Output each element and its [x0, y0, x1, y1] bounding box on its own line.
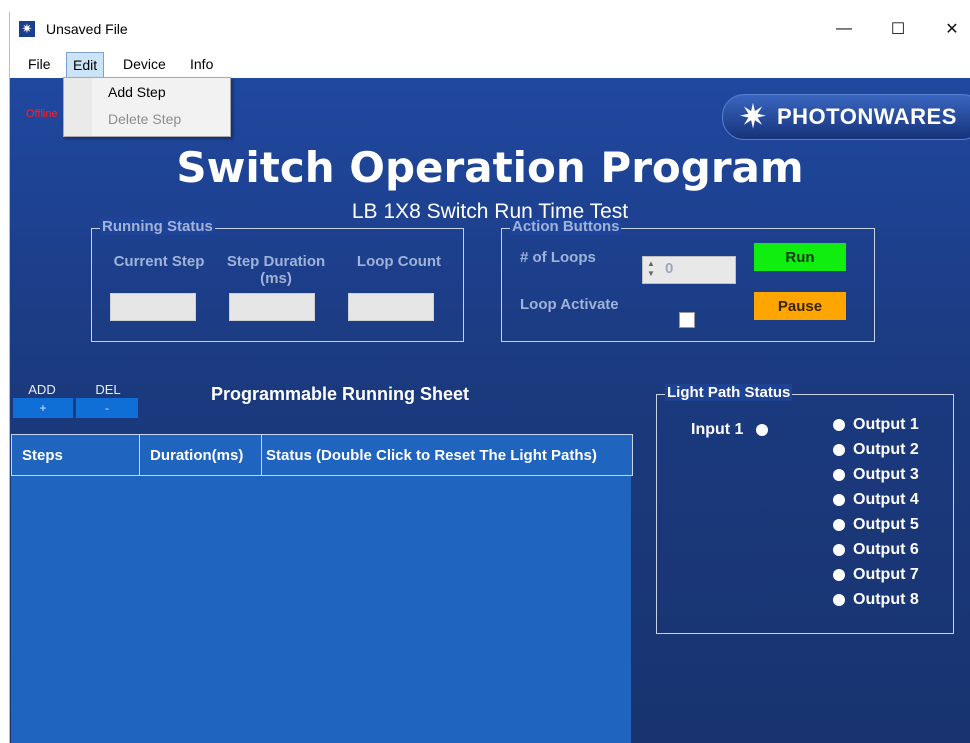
close-button[interactable]: ✕ [929, 12, 970, 46]
loops-stepper[interactable]: ▲ ▼ 0 [642, 256, 736, 284]
menu-icon-gutter [64, 78, 92, 136]
output-3-indicator: Output 3 [833, 465, 919, 485]
light-path-status-group: Light Path Status Input 1 Output 1 Outpu… [656, 384, 954, 634]
output-5-label: Output 5 [853, 516, 919, 533]
output-2-label: Output 2 [853, 441, 919, 458]
step-duration-field [229, 293, 315, 321]
delete-step-button[interactable]: - [76, 398, 138, 418]
output-4-indicator: Output 4 [833, 490, 919, 510]
add-step-button[interactable]: + [13, 398, 73, 418]
step-duration-label: Step Duration (ms) [226, 253, 326, 287]
minimize-button[interactable]: — [821, 12, 867, 46]
loops-label: # of Loops [520, 249, 596, 266]
current-step-label: Current Step [113, 253, 205, 270]
loop-count-label: Loop Count [356, 253, 442, 270]
running-status-group: Running Status Current Step Step Duratio… [91, 218, 464, 342]
light-path-legend: Light Path Status [665, 384, 793, 401]
input-1-indicator: Input 1 [691, 421, 768, 439]
loop-count-field [348, 293, 434, 321]
running-sheet-title: Programmable Running Sheet [210, 384, 470, 404]
column-header-steps[interactable]: Steps [12, 435, 140, 475]
loop-activate-label: Loop Activate [520, 296, 619, 313]
output-4-label: Output 4 [853, 491, 919, 508]
page-title: Switch Operation Program [176, 143, 804, 192]
output-1-dot-icon [833, 418, 845, 431]
output-2-dot-icon [833, 443, 845, 456]
output-3-dot-icon [833, 468, 845, 481]
star-burst-icon: ✷ [738, 98, 768, 136]
output-4-dot-icon [833, 493, 845, 506]
title-bar: ✷ Unsaved File — ☐ ✕ [10, 12, 970, 46]
logo-text: PHOTONWARES [777, 104, 957, 129]
output-3-label: Output 3 [853, 466, 919, 483]
column-header-duration[interactable]: Duration(ms) [140, 435, 262, 475]
spinner-arrows-icon[interactable]: ▲ ▼ [647, 259, 659, 279]
menu-info[interactable]: Info [184, 52, 219, 76]
offline-status: Offline [26, 108, 58, 120]
action-buttons-legend: Action Buttons [510, 218, 622, 235]
output-1-label: Output 1 [853, 416, 919, 433]
output-5-indicator: Output 5 [833, 515, 919, 535]
output-5-dot-icon [833, 518, 845, 531]
output-6-label: Output 6 [853, 541, 919, 558]
del-label: DEL [95, 382, 121, 397]
input-1-dot-icon [755, 423, 768, 436]
output-2-indicator: Output 2 [833, 440, 919, 460]
output-1-indicator: Output 1 [833, 415, 919, 435]
run-button[interactable]: Run [754, 243, 846, 271]
menu-file[interactable]: File [22, 52, 57, 76]
running-status-legend: Running Status [100, 218, 215, 235]
menu-item-delete-step[interactable]: Delete Step [108, 111, 181, 127]
output-8-indicator: Output 8 [833, 590, 919, 610]
output-7-label: Output 7 [853, 566, 919, 583]
column-header-status[interactable]: Status (Double Click to Reset The Light … [262, 435, 632, 475]
add-label: ADD [28, 382, 56, 397]
output-6-dot-icon [833, 543, 845, 556]
table-header: Steps Duration(ms) Status (Double Click … [11, 434, 633, 476]
background-window-strip [0, 0, 970, 12]
current-step-field [110, 293, 196, 321]
output-8-dot-icon [833, 593, 845, 606]
photonwares-logo: ✷ PHOTONWARES [722, 94, 970, 140]
output-7-indicator: Output 7 [833, 565, 919, 585]
menu-edit[interactable]: Edit [66, 52, 105, 78]
menu-item-add-step[interactable]: Add Step [108, 84, 166, 100]
loops-value: 0 [665, 260, 674, 277]
menu-device[interactable]: Device [117, 52, 172, 76]
app-body: Offline ✷ PHOTONWARES Switch Operation P… [10, 78, 970, 743]
pause-button[interactable]: Pause [754, 292, 846, 320]
output-8-label: Output 8 [853, 591, 919, 608]
output-6-indicator: Output 6 [833, 540, 919, 560]
menu-bar: File Edit Device Info [10, 50, 970, 78]
photonwares-star-icon: ✷ [19, 21, 35, 37]
loop-activate-checkbox[interactable] [679, 312, 695, 328]
output-7-dot-icon [833, 568, 845, 581]
window-title: Unsaved File [46, 21, 128, 37]
running-sheet-table[interactable]: Steps Duration(ms) Status (Double Click … [11, 434, 633, 743]
input-1-label: Input 1 [691, 421, 744, 438]
maximize-button[interactable]: ☐ [875, 12, 921, 46]
edit-dropdown-menu: Add Step Delete Step [63, 77, 231, 137]
